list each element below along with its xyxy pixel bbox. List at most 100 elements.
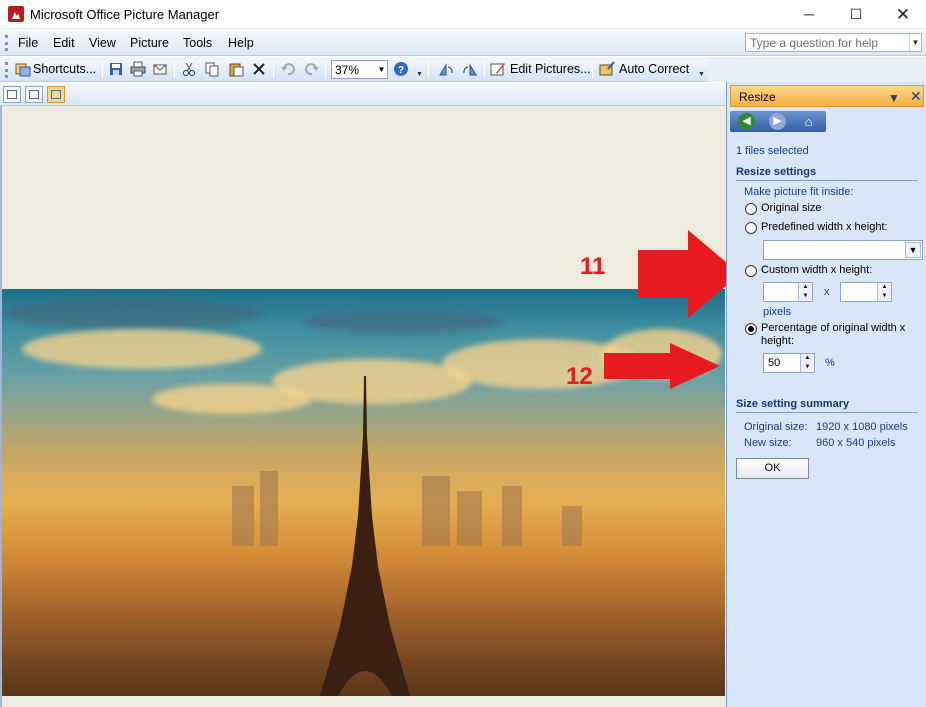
- photo-building: [502, 486, 522, 546]
- percentage-spinner[interactable]: ▲ ▼: [800, 354, 814, 372]
- edit-pictures-button[interactable]: Edit Pictures...: [510, 60, 591, 79]
- size-summary-heading: Size setting summary: [736, 398, 918, 413]
- menu-view[interactable]: View: [89, 36, 116, 50]
- menu-edit[interactable]: Edit: [53, 36, 75, 50]
- delete-icon[interactable]: [251, 61, 267, 77]
- original-size-summary-value: 1920 x 1080 pixels: [816, 421, 908, 433]
- auto-correct-icon: [599, 61, 615, 76]
- chevron-down-icon[interactable]: ▼: [905, 242, 921, 258]
- back-arrow-icon[interactable]: ◀: [738, 113, 755, 130]
- photo-building: [232, 486, 254, 546]
- resize-settings-heading: Resize settings: [736, 166, 918, 181]
- toolbar-separator: [592, 61, 593, 78]
- svg-text:?: ?: [398, 65, 404, 76]
- menu-bar: File Edit View Picture Tools Help Type a…: [0, 30, 926, 56]
- photo-cloud: [152, 384, 312, 414]
- email-icon[interactable]: [152, 61, 168, 77]
- forward-arrow-icon[interactable]: ▶: [769, 113, 786, 130]
- rotate-left-icon[interactable]: [438, 61, 454, 77]
- task-pane-menu-chevron-icon[interactable]: ▼: [888, 91, 900, 105]
- save-icon[interactable]: [108, 61, 124, 77]
- custom-width-input[interactable]: ▲ ▼: [763, 282, 813, 302]
- home-icon[interactable]: ⌂: [800, 113, 817, 130]
- close-button[interactable]: ✕: [880, 0, 926, 29]
- toolbar-grip-handle[interactable]: [5, 62, 8, 78]
- predefined-size-radio[interactable]: [745, 222, 757, 234]
- help-search-box[interactable]: Type a question for help ▼: [745, 33, 922, 52]
- percentage-size-radio[interactable]: [745, 323, 757, 335]
- title-bar: Microsoft Office Picture Manager ─ ☐ ✕: [0, 0, 926, 29]
- photo-building: [457, 491, 482, 546]
- chevron-down-icon[interactable]: ▼: [909, 34, 921, 51]
- custom-size-label: Custom width x height:: [761, 264, 873, 276]
- percentage-size-label: Percentage of original width x height:: [761, 322, 906, 347]
- original-size-summary-label: Original size:: [744, 421, 808, 433]
- new-size-summary-label: New size:: [744, 437, 792, 449]
- menu-tools[interactable]: Tools: [183, 36, 212, 50]
- thumbnail-view-icon: [7, 90, 17, 99]
- shortcuts-icon: [15, 63, 31, 77]
- help-icon[interactable]: ?: [393, 61, 409, 77]
- annotation-arrow-right-icon: [604, 343, 720, 389]
- menu-file[interactable]: File: [18, 36, 38, 50]
- files-selected-label: 1 files selected: [736, 145, 809, 157]
- menu-grip-handle[interactable]: [5, 35, 8, 51]
- fit-inside-label: Make picture fit inside:: [744, 186, 854, 198]
- toolbar-separator: [325, 61, 326, 78]
- rotate-right-icon[interactable]: [462, 61, 478, 77]
- task-pane-close-icon[interactable]: ✕: [910, 88, 922, 105]
- zoom-value: 37%: [335, 63, 360, 77]
- print-icon[interactable]: [130, 61, 146, 77]
- paste-icon[interactable]: [228, 61, 244, 77]
- task-pane-title: Resize: [739, 90, 776, 104]
- menu-picture[interactable]: Picture: [130, 36, 169, 50]
- auto-correct-button[interactable]: Auto Correct: [619, 60, 689, 79]
- eiffel-tower-silhouette: [320, 376, 410, 696]
- maximize-button[interactable]: ☐: [833, 0, 879, 29]
- zoom-select[interactable]: 37% ▼: [331, 60, 388, 79]
- custom-height-input[interactable]: ▲ ▼: [840, 282, 892, 302]
- toolbar-separator: [102, 61, 103, 78]
- percentage-value: 50: [768, 357, 781, 369]
- custom-width-spinner[interactable]: ▲ ▼: [798, 283, 812, 301]
- single-picture-view-button[interactable]: [47, 86, 65, 103]
- toolbar-options-icon[interactable]: ▼: [698, 71, 705, 78]
- predefined-size-label: Predefined width x height:: [761, 221, 888, 233]
- percentage-input[interactable]: 50 ▲ ▼: [763, 353, 815, 373]
- menu-help[interactable]: Help: [228, 36, 254, 50]
- predefined-size-select[interactable]: ▼: [763, 240, 923, 260]
- shortcuts-button[interactable]: Shortcuts...: [33, 60, 96, 79]
- toolbar-options-icon[interactable]: ▼: [416, 71, 423, 78]
- copy-icon[interactable]: [204, 61, 220, 77]
- toolbar-area-filler: [708, 57, 926, 82]
- task-pane-header: Resize ▼ ✕: [730, 85, 924, 107]
- photo-building: [260, 471, 278, 546]
- task-pane-navigation: ◀ ▶ ⌂: [730, 111, 826, 132]
- toolbar-separator: [273, 61, 274, 78]
- picture-manager-app-icon: [8, 6, 24, 22]
- undo-icon[interactable]: [280, 61, 296, 77]
- filmstrip-view-button[interactable]: [25, 86, 43, 103]
- standard-toolbar: Shortcuts... 37% ▼ ? ▼ Edit Pictures... …: [0, 57, 708, 82]
- ok-button[interactable]: OK: [736, 458, 809, 479]
- new-size-summary-value: 960 x 540 pixels: [816, 437, 896, 449]
- toolbar-separator: [174, 61, 175, 78]
- percent-sign-label: %: [825, 357, 835, 369]
- custom-height-spinner[interactable]: ▲ ▼: [877, 283, 891, 301]
- redo-icon[interactable]: [304, 61, 320, 77]
- photo-building: [422, 476, 450, 546]
- filmstrip-view-icon: [29, 90, 39, 99]
- cut-icon[interactable]: [181, 61, 197, 77]
- annotation-number-12: 12: [566, 363, 593, 390]
- window-title: Microsoft Office Picture Manager: [30, 7, 220, 22]
- photo-cloud: [22, 329, 262, 369]
- thumbnail-view-button[interactable]: [3, 86, 21, 103]
- original-size-label: Original size: [761, 202, 822, 214]
- resize-task-pane: Resize ▼ ✕ ◀ ▶ ⌂ 1 files selected Resize…: [726, 82, 926, 707]
- original-size-radio[interactable]: [745, 203, 757, 215]
- minimize-button[interactable]: ─: [786, 0, 832, 29]
- edit-pictures-icon: [490, 63, 505, 76]
- photo-cloud: [302, 309, 502, 334]
- custom-size-radio[interactable]: [745, 265, 757, 277]
- chevron-down-icon[interactable]: ▼: [376, 61, 387, 78]
